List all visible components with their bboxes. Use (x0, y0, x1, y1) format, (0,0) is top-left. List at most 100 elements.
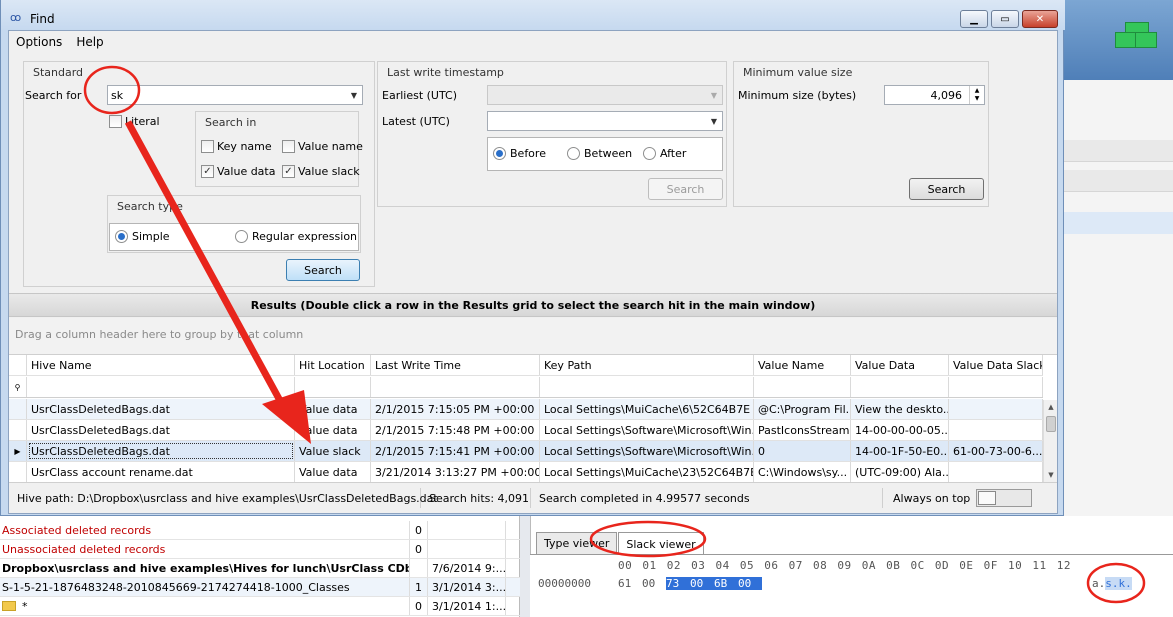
column-header-hive-name[interactable]: Hive Name (27, 355, 295, 375)
minimize-icon: ▁ (970, 13, 978, 25)
folder-icon (2, 601, 16, 611)
hex-ascii[interactable]: a.s.k. (1092, 577, 1132, 590)
maximize-button[interactable]: ▭ (991, 10, 1019, 28)
menu-bar: Options Help (9, 31, 1057, 53)
scroll-down-icon[interactable]: ▼ (1044, 468, 1058, 482)
tree-row[interactable]: Unassociated deleted records 0 (0, 540, 520, 559)
tree-row-count: 1 (410, 578, 428, 596)
tree-row-date: 3/1/2014 3:... (428, 578, 506, 596)
between-radio[interactable]: Between (567, 147, 632, 160)
earliest-label: Earliest (UTC) (382, 89, 458, 102)
standard-search-button[interactable]: Search (286, 259, 360, 281)
latest-date-picker[interactable]: ▼ (487, 111, 723, 131)
minimize-button[interactable]: ▁ (960, 10, 988, 28)
value-slack-checkbox[interactable]: ✓ Value slack (282, 165, 360, 178)
menu-options[interactable]: Options (9, 35, 69, 49)
row-indicator-icon: ▶ (9, 441, 27, 461)
app-logo-icon (1115, 22, 1157, 50)
tree-row-name: Associated deleted records (0, 521, 410, 539)
column-header-hit-location[interactable]: Hit Location (295, 355, 371, 375)
find-app-icon: ꝏ (10, 11, 22, 24)
table-row[interactable]: UsrClass account rename.dat Value data 3… (9, 462, 1043, 483)
menu-help[interactable]: Help (69, 35, 110, 49)
chevron-down-icon[interactable]: ▼ (706, 112, 722, 130)
table-row[interactable]: UsrClassDeletedBags.dat Value data 2/1/2… (9, 420, 1043, 441)
hex-byte[interactable]: 61 (618, 577, 642, 590)
literal-checkbox[interactable]: Literal (109, 115, 160, 128)
tree-row-name: S-1-5-21-1876483248-2010845669-217427441… (0, 578, 410, 596)
column-header-value-name[interactable]: Value Name (754, 355, 851, 375)
search-hits-status: Search hits: 4,091 (421, 488, 531, 508)
scroll-up-icon[interactable]: ▲ (1044, 400, 1058, 414)
hive-path-status: Hive path: D:\Dropbox\usrclass and hive … (9, 488, 438, 508)
table-row[interactable]: UsrClassDeletedBags.dat Value data 2/1/2… (9, 399, 1043, 420)
window-title: Find (30, 12, 55, 26)
viewer-tabs: Type viewer Slack viewer (536, 532, 705, 555)
results-grid[interactable]: Hive Name Hit Location Last Write Time K… (9, 354, 1057, 483)
tab-slack-viewer[interactable]: Slack viewer (618, 532, 704, 555)
filter-pin-icon: ⚲ (9, 377, 27, 397)
search-completed-status: Search completed in 4.99577 seconds (531, 488, 883, 508)
regex-radio[interactable]: Regular expression (235, 230, 357, 243)
column-header-last-write-time[interactable]: Last Write Time (371, 355, 540, 375)
table-row-selected[interactable]: ▶ UsrClassDeletedBags.dat Value slack 2/… (9, 441, 1043, 462)
results-banner: Results (Double click a row in the Resul… (9, 293, 1057, 317)
value-name-checkbox[interactable]: Value name (282, 140, 363, 153)
grid-vertical-scrollbar[interactable]: ▲ ▼ (1043, 400, 1057, 482)
close-icon: ✕ (1035, 13, 1045, 25)
tree-row-date: 3/1/2014 1:... (428, 597, 506, 615)
check-icon: ✓ (201, 165, 214, 178)
tree-row-date (428, 540, 506, 558)
tree-row-count: 0 (410, 540, 428, 558)
after-radio[interactable]: After (643, 147, 686, 160)
registry-tree[interactable]: Associated deleted records 0 Unassociate… (0, 516, 520, 617)
spin-arrows-icon[interactable]: ▲ ▼ (969, 86, 984, 104)
main-window-right-pane (1060, 80, 1173, 520)
latest-label: Latest (UTC) (382, 115, 450, 128)
tree-row[interactable]: Dropbox\usrclass and hive examples\Hives… (0, 559, 520, 578)
search-input[interactable]: sk ▼ (107, 85, 363, 105)
tree-row[interactable]: Associated deleted records 0 (0, 521, 520, 540)
column-header-key-path[interactable]: Key Path (540, 355, 754, 375)
close-button[interactable]: ✕ (1022, 10, 1058, 28)
hex-viewer[interactable]: 00 01 02 03 04 05 06 07 08 09 0A 0B 0C 0… (530, 554, 1173, 617)
always-on-top-toggle[interactable] (976, 489, 1033, 507)
column-header-value-data-slack[interactable]: Value Data Slack (949, 355, 1043, 375)
min-size-label: Minimum size (bytes) (738, 89, 857, 102)
group-title: Standard (33, 66, 84, 79)
hex-byte-selected[interactable]: 00 (690, 577, 714, 590)
tree-row-date (428, 521, 506, 539)
hex-byte-selected[interactable]: 6B (714, 577, 738, 590)
tab-type-viewer[interactable]: Type viewer (536, 532, 618, 554)
search-for-label: Search for (25, 89, 82, 102)
always-on-top-control: Always on top (883, 488, 1040, 508)
chevron-down-icon[interactable]: ▼ (346, 86, 362, 104)
tree-row-name: Unassociated deleted records (0, 540, 410, 558)
ascii-selection: s.k. (1105, 577, 1132, 590)
value-data-checkbox[interactable]: ✓ Value data (201, 165, 275, 178)
hex-column-header: 00 01 02 03 04 05 06 07 08 09 0A 0B 0C 0… (618, 559, 1071, 572)
tree-row[interactable]: S-1-5-21-1876483248-2010845669-217427441… (0, 578, 520, 597)
min-size-stepper[interactable]: 4,096 ▲ ▼ (884, 85, 985, 105)
hex-bytes[interactable]: 61 00 73 00 6B 00 (618, 577, 762, 590)
before-radio[interactable]: Before (493, 147, 546, 160)
simple-radio[interactable]: Simple (115, 230, 170, 243)
tree-row-date: 7/6/2014 9:... (428, 559, 506, 577)
key-name-checkbox[interactable]: Key name (201, 140, 272, 153)
tree-row-name: Dropbox\usrclass and hive examples\Hives… (0, 559, 410, 577)
hex-byte-selected[interactable]: 73 (666, 577, 690, 590)
group-by-panel[interactable]: Drag a column header here to group by th… (9, 318, 1057, 354)
title-bar[interactable]: ꝏ Find ▁ ▭ ✕ (1, 0, 1065, 30)
timestamp-search-button[interactable]: Search (648, 178, 723, 200)
hex-byte[interactable]: 00 (642, 577, 666, 590)
scroll-thumb[interactable] (1046, 416, 1056, 432)
find-window: ꝏ Find ▁ ▭ ✕ Options Help Standard Searc… (0, 0, 1065, 516)
tree-row[interactable]: * 0 3/1/2014 1:... (0, 597, 520, 616)
column-header-value-data[interactable]: Value Data (851, 355, 949, 375)
find-client-area: Options Help Standard Search for sk ▼ Li… (8, 30, 1058, 514)
tree-row-count: 0 (410, 597, 428, 615)
grid-filter-row[interactable]: ⚲ (9, 377, 1043, 398)
tree-row-count: 0 (410, 521, 428, 539)
hex-byte-selected[interactable]: 00 (738, 577, 762, 590)
min-size-search-button[interactable]: Search (909, 178, 984, 200)
